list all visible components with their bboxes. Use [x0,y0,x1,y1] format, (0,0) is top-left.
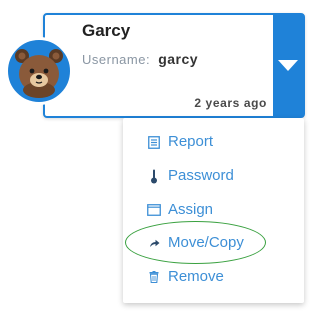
menu-label-move-copy: Move/Copy [168,234,244,251]
dropdown-toggle-button[interactable] [273,15,303,116]
thermometer-icon [147,169,161,183]
menu-item-assign[interactable]: Assign [123,195,304,225]
username-row: Username: garcy [82,51,198,67]
timestamp: 2 years ago [194,96,267,110]
menu-item-report[interactable]: Report [123,127,304,157]
username-value: garcy [158,51,199,67]
avatar [5,37,73,105]
context-menu: Report Password Assign Move/Copy Remove [123,118,304,303]
menu-item-password[interactable]: Password [123,161,304,191]
report-icon [147,135,161,149]
menu-label-report: Report [168,133,214,150]
menu-label-password: Password [168,167,234,184]
menu-label-remove: Remove [168,268,224,285]
window-icon [147,203,161,217]
user-card-body: Garcy Username: garcy 2 years ago [45,15,273,116]
menu-item-remove[interactable]: Remove [123,262,304,292]
bear-icon [15,49,63,98]
user-card[interactable]: Garcy Username: garcy 2 years ago [43,13,305,118]
menu-label-assign: Assign [168,201,214,218]
user-name: Garcy [82,21,131,40]
caret-down-icon [278,60,298,71]
username-label: Username: [82,52,151,67]
stage: Garcy Username: garcy 2 years ago Report… [0,0,318,319]
menu-item-move-copy[interactable]: Move/Copy [123,228,304,258]
trash-icon [147,270,161,284]
share-arrow-icon [147,236,161,250]
